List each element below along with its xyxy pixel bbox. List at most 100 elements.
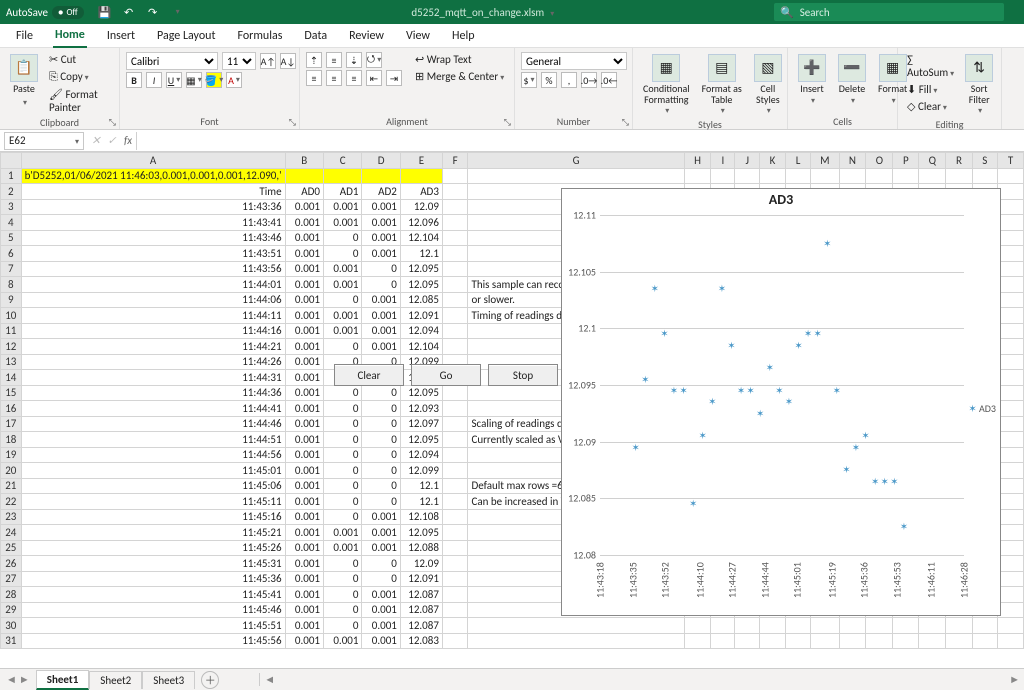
cell[interactable]	[893, 633, 919, 649]
cell[interactable]: 0.001	[285, 587, 323, 603]
cell[interactable]: AD2	[362, 184, 400, 200]
cell[interactable]: 12.09	[400, 556, 442, 572]
tab-home[interactable]: Home	[53, 24, 87, 48]
worksheet-grid[interactable]: ABCDEFGHIJKLMNOPQRST1b'D5252,01/06/2021 …	[0, 152, 1024, 668]
underline-button[interactable]: U	[166, 72, 182, 88]
cell[interactable]	[998, 432, 1024, 448]
alignment-dialog-launcher-icon[interactable]: ⤡	[504, 117, 511, 128]
cell[interactable]	[946, 633, 972, 649]
tab-file[interactable]: File	[14, 25, 35, 47]
cell[interactable]: 0.001	[285, 509, 323, 525]
row-header[interactable]: 20	[1, 463, 22, 479]
cell[interactable]	[684, 618, 711, 634]
cell[interactable]	[998, 385, 1024, 401]
cell[interactable]: 11:45:26	[21, 540, 285, 556]
row-header[interactable]: 21	[1, 478, 22, 494]
cell[interactable]: 0	[362, 494, 400, 510]
cell[interactable]	[998, 447, 1024, 463]
column-header[interactable]: K	[759, 153, 785, 169]
cell[interactable]: 0.001	[285, 618, 323, 634]
cell[interactable]: 11:44:16	[21, 323, 285, 339]
cell[interactable]: 0.001	[324, 215, 362, 231]
cell[interactable]: 0	[324, 587, 362, 603]
cell[interactable]: 0	[324, 385, 362, 401]
cell[interactable]: 11:43:51	[21, 246, 285, 262]
comma-format-icon[interactable]: ,	[561, 72, 577, 88]
column-header[interactable]: I	[711, 153, 735, 169]
wrap-text-button[interactable]: ↩ Wrap Text	[412, 52, 507, 67]
cell[interactable]	[442, 432, 468, 448]
decrease-decimal-icon[interactable]: .0←	[601, 72, 617, 88]
cell[interactable]: 12.099	[400, 463, 442, 479]
cell[interactable]: 11:44:46	[21, 416, 285, 432]
cell[interactable]: 0.001	[285, 602, 323, 618]
cell[interactable]	[998, 478, 1024, 494]
row-header[interactable]: 27	[1, 571, 22, 587]
cell[interactable]: 12.096	[400, 215, 442, 231]
sort-filter-button[interactable]: ⇅Sort Filter	[961, 52, 997, 117]
row-header[interactable]: 8	[1, 277, 22, 293]
cell[interactable]: 0	[324, 230, 362, 246]
cell[interactable]	[998, 401, 1024, 417]
insert-cells-button[interactable]: ➕Insert	[794, 52, 830, 107]
column-header[interactable]: A	[21, 153, 285, 169]
cell[interactable]: 0.001	[362, 525, 400, 541]
tab-help[interactable]: Help	[450, 25, 477, 47]
row-header[interactable]: 19	[1, 447, 22, 463]
font-size-select[interactable]: 11	[222, 52, 256, 70]
cell[interactable]	[785, 633, 810, 649]
cell[interactable]	[919, 168, 946, 184]
cell[interactable]: 0	[362, 478, 400, 494]
cell[interactable]	[442, 571, 468, 587]
italic-button[interactable]: I	[146, 72, 162, 88]
clear-macro-button[interactable]: Clear	[334, 364, 404, 386]
cell[interactable]	[684, 168, 711, 184]
cell[interactable]: AD0	[285, 184, 323, 200]
cell[interactable]	[998, 525, 1024, 541]
cell[interactable]: 11:45:11	[21, 494, 285, 510]
cell[interactable]	[866, 168, 893, 184]
cell[interactable]: 11:44:41	[21, 401, 285, 417]
tab-data[interactable]: Data	[302, 25, 329, 47]
cell[interactable]	[442, 587, 468, 603]
cell[interactable]: 12.104	[400, 339, 442, 355]
row-header[interactable]: 2	[1, 184, 22, 200]
redo-icon[interactable]: ↷	[144, 6, 162, 19]
cell[interactable]: 0	[362, 385, 400, 401]
row-header[interactable]: 12	[1, 339, 22, 355]
column-header[interactable]: J	[735, 153, 760, 169]
cell[interactable]: 0.001	[285, 354, 323, 370]
cell[interactable]	[468, 633, 684, 649]
cell[interactable]	[285, 168, 323, 184]
column-header[interactable]: G	[468, 153, 684, 169]
cell[interactable]	[998, 168, 1024, 184]
autosave-toggle[interactable]: AutoSave ● Off	[0, 6, 90, 19]
cell[interactable]: 11:44:56	[21, 447, 285, 463]
cell[interactable]: 11:44:06	[21, 292, 285, 308]
cell[interactable]: 12.095	[400, 525, 442, 541]
cell[interactable]: 0	[324, 246, 362, 262]
cell[interactable]	[442, 447, 468, 463]
row-header[interactable]: 26	[1, 556, 22, 572]
cell[interactable]: 12.095	[400, 385, 442, 401]
font-dialog-launcher-icon[interactable]: ⤡	[289, 117, 296, 128]
cell[interactable]: AD1	[324, 184, 362, 200]
cell[interactable]: 0.001	[285, 339, 323, 355]
cell[interactable]: 12.104	[400, 230, 442, 246]
go-macro-button[interactable]: Go	[411, 364, 481, 386]
column-header[interactable]: N	[839, 153, 866, 169]
sheet-tab-3[interactable]: Sheet3	[142, 671, 195, 689]
cell[interactable]: 11:43:56	[21, 261, 285, 277]
bold-button[interactable]: B	[126, 72, 142, 88]
align-right-icon[interactable]: ≡	[346, 70, 362, 86]
cell[interactable]: 11:44:31	[21, 370, 285, 386]
stop-macro-button[interactable]: Stop	[488, 364, 558, 386]
cell[interactable]: 12.094	[400, 447, 442, 463]
cell[interactable]	[839, 633, 866, 649]
cell[interactable]	[998, 308, 1024, 324]
embedded-chart[interactable]: AD3 12.0812.08512.0912.09512.112.10512.1…	[561, 188, 1001, 616]
cell[interactable]	[998, 602, 1024, 618]
cell[interactable]: 12.093	[400, 401, 442, 417]
cell[interactable]: 0.001	[362, 339, 400, 355]
cell[interactable]: 0	[324, 571, 362, 587]
